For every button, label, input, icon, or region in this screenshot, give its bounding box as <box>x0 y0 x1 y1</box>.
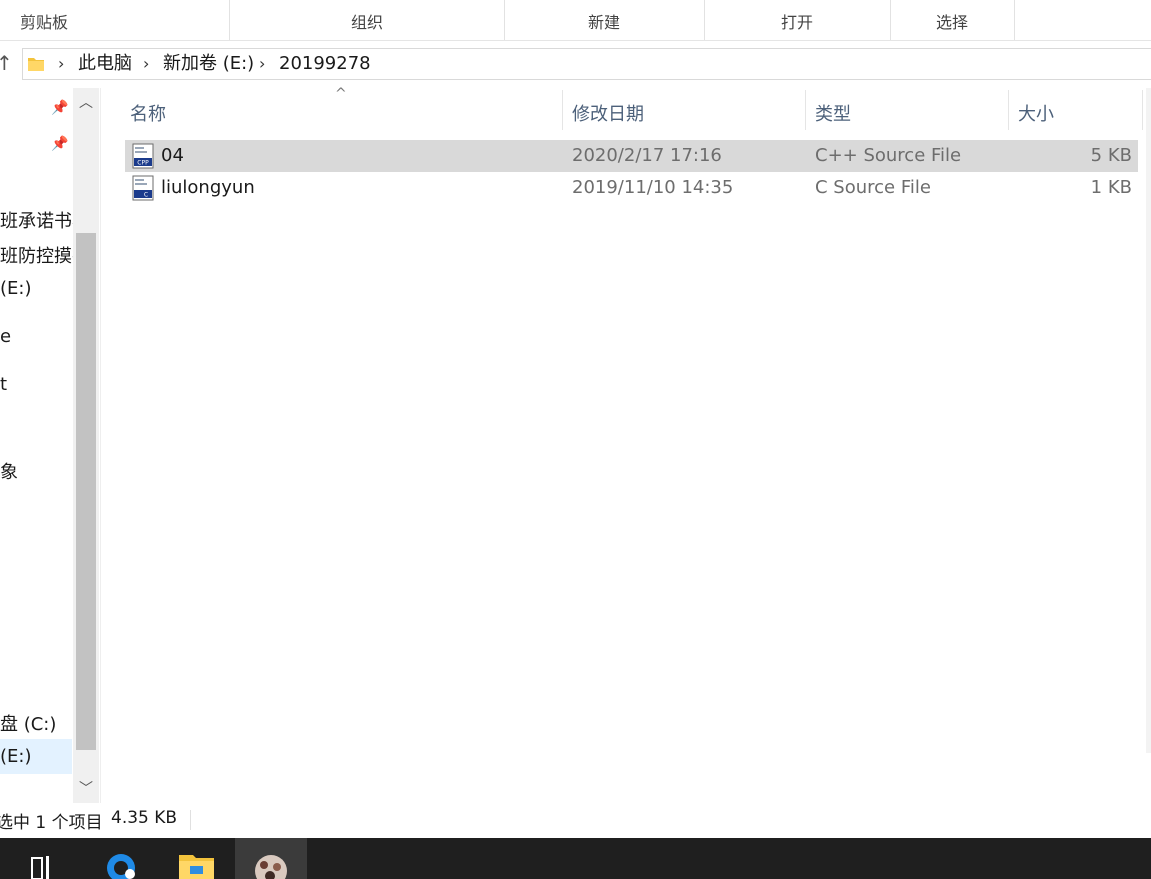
folder-icon <box>28 58 44 71</box>
nav-item[interactable]: 班防控摸排 <box>0 242 73 268</box>
column-header-size[interactable]: 大小 <box>1018 100 1054 126</box>
column-header-name[interactable]: 名称 <box>130 100 166 126</box>
file-type: C++ Source File <box>815 145 962 166</box>
scroll-up-icon[interactable]: ︿ <box>73 92 99 116</box>
nav-item[interactable]: 班承诺书看 <box>0 207 73 233</box>
nav-scrollbar-thumb[interactable] <box>76 233 96 750</box>
file-date: 2019/11/10 14:35 <box>572 177 734 198</box>
status-divider <box>190 810 191 830</box>
status-size: 4.35 KB <box>111 808 178 828</box>
file-explorer-icon[interactable] <box>175 838 219 879</box>
app-avatar-icon[interactable] <box>248 838 294 879</box>
column-divider[interactable] <box>562 90 563 130</box>
column-header-date[interactable]: 修改日期 <box>572 100 644 126</box>
breadcrumb-volume-e[interactable]: 新加卷 (E:) <box>163 53 254 75</box>
ribbon-group-organize[interactable]: 组织 <box>230 0 505 40</box>
ribbon-group-new[interactable]: 新建 <box>504 0 705 40</box>
cpp-file-icon: CPP <box>132 143 154 169</box>
column-divider[interactable] <box>1142 90 1143 130</box>
file-name: liulongyun <box>161 177 255 198</box>
up-arrow-icon[interactable]: ↑ <box>0 51 13 75</box>
edge-browser-icon[interactable] <box>100 838 144 879</box>
column-divider[interactable] <box>805 90 806 130</box>
breadcrumb-separator[interactable]: › <box>143 53 149 75</box>
column-header-type[interactable]: 类型 <box>815 100 851 126</box>
breadcrumb-folder[interactable]: 20199278 <box>279 53 371 75</box>
breadcrumb-separator[interactable]: › <box>259 53 265 75</box>
nav-item[interactable]: 象 <box>0 458 18 484</box>
scroll-down-icon[interactable]: ﹀ <box>73 778 99 802</box>
ribbon: 剪贴板 组织 新建 打开 选择 <box>0 0 1151 41</box>
file-size: 1 KB <box>1090 177 1132 198</box>
file-type: C Source File <box>815 177 931 198</box>
taskbar <box>0 838 1151 879</box>
ribbon-group-open[interactable]: 打开 <box>704 0 891 40</box>
pin-icon[interactable]: 📌 <box>51 100 68 116</box>
task-view-icon[interactable] <box>25 838 65 879</box>
nav-item[interactable]: t <box>0 374 7 395</box>
sort-ascending-icon: ^ <box>335 86 347 102</box>
ribbon-group-clipboard[interactable]: 剪贴板 <box>0 0 230 40</box>
ribbon-group-select[interactable]: 选择 <box>890 0 1015 40</box>
c-file-icon: C <box>132 175 154 201</box>
status-selection: 选中 1 个项目 <box>0 813 103 833</box>
nav-item-drive-c[interactable]: 盘 (C:) <box>0 710 56 736</box>
nav-item-drive-e[interactable]: (E:) <box>0 746 31 767</box>
nav-item[interactable]: (E:) <box>0 278 31 299</box>
pin-icon[interactable]: 📌 <box>51 136 68 152</box>
breadcrumb-separator[interactable]: › <box>58 53 64 75</box>
content-scroll-strip[interactable] <box>1146 88 1151 753</box>
file-row[interactable]: C liulongyun 2019/11/10 14:35 C Source F… <box>125 172 1138 204</box>
file-row[interactable]: CPP 04 2020/2/17 17:16 C++ Source File 5… <box>125 140 1138 172</box>
breadcrumb-this-pc[interactable]: 此电脑 <box>78 53 132 75</box>
file-size: 5 KB <box>1090 145 1132 166</box>
cpp-icon-label: CPP <box>137 160 149 167</box>
file-name: 04 <box>161 145 184 166</box>
file-date: 2020/2/17 17:16 <box>572 145 722 166</box>
column-divider[interactable] <box>1008 90 1009 130</box>
nav-item[interactable]: e <box>0 326 11 347</box>
c-icon-label: C <box>144 192 148 199</box>
